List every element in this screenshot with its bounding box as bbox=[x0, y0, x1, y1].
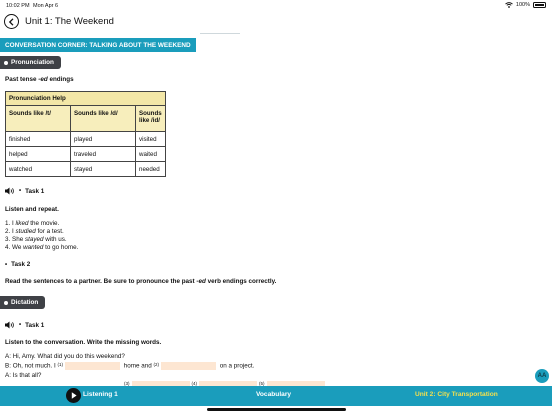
table-cell: stayed bbox=[70, 161, 136, 177]
bullet-icon: • bbox=[5, 261, 8, 268]
battery-percent: 100% bbox=[515, 2, 530, 8]
home-indicator bbox=[207, 408, 346, 411]
page-title: Unit 1: The Weekend bbox=[25, 16, 114, 27]
dialogue-line: B: Oh, not much. I (1) home and (2) on a… bbox=[5, 362, 254, 370]
nav-listening-1[interactable]: Listening 1 bbox=[83, 391, 118, 398]
nav-next-unit[interactable]: Unit 2: City Transportation bbox=[415, 391, 498, 398]
sentence-verb: stayed bbox=[24, 236, 44, 243]
pronunciation-pill: Pronunciation bbox=[0, 56, 61, 69]
sentence-text: for a test. bbox=[35, 228, 64, 235]
answer-blank[interactable] bbox=[65, 362, 120, 370]
list-item: 1. I liked the movie. bbox=[5, 220, 59, 227]
column-header: Sounds like /d/ bbox=[70, 105, 136, 132]
pronunciation-pill-label: Pronunciation bbox=[11, 59, 54, 66]
back-button[interactable] bbox=[4, 14, 19, 29]
chevron-left-icon bbox=[8, 17, 14, 26]
sentence-text: 3. She bbox=[5, 236, 25, 243]
sentence-text: 2. I bbox=[5, 228, 16, 235]
table-title: Pronunciation Help bbox=[5, 91, 166, 106]
list-item: 2. I studied for a test. bbox=[5, 228, 64, 235]
bullet-icon bbox=[4, 300, 8, 305]
task1-label: Task 1 bbox=[25, 187, 45, 195]
status-indicators: 100% bbox=[505, 2, 546, 8]
play-button[interactable] bbox=[66, 388, 81, 403]
sentence-text: 4. We bbox=[5, 244, 24, 251]
pronunciation-subtitle: Past tense -ed endings bbox=[5, 76, 74, 83]
task1-header: • Task 1 bbox=[5, 187, 44, 195]
divider bbox=[200, 33, 240, 34]
task1-instruction: Listen and repeat. bbox=[5, 206, 59, 213]
table-cell: played bbox=[70, 131, 136, 147]
table-row: watched stayed needed bbox=[5, 161, 166, 177]
task2-instruction: Read the sentences to a partner. Be sure… bbox=[5, 278, 276, 285]
bottom-nav: Listening 1 Vocabulary Unit 2: City Tran… bbox=[0, 386, 552, 406]
instruction-em: -ed bbox=[196, 278, 206, 285]
sentence-text: 1. I bbox=[5, 220, 16, 227]
column-header: Sounds like /t/ bbox=[5, 105, 71, 132]
text-size-button[interactable]: AA bbox=[535, 369, 549, 383]
pronunciation-table: Pronunciation Help Sounds like /t/ Sound… bbox=[5, 91, 166, 177]
dictation-pill: Dictation bbox=[0, 296, 46, 309]
speaker-icon[interactable] bbox=[5, 187, 15, 195]
battery-icon bbox=[533, 2, 546, 8]
table-cell: waited bbox=[135, 146, 166, 162]
task2-header: • Task 2 bbox=[5, 261, 30, 268]
instruction-text: verb endings correctly. bbox=[205, 278, 277, 285]
bullet-icon: • bbox=[19, 188, 22, 194]
nav-header: Unit 1: The Weekend bbox=[0, 11, 552, 33]
list-item: 3. She stayed with us. bbox=[5, 236, 67, 243]
lesson-content[interactable]: CONVERSATION CORNER: TALKING ABOUT THE W… bbox=[0, 33, 552, 386]
answer-blank[interactable] bbox=[161, 362, 217, 370]
play-icon bbox=[71, 392, 77, 399]
sentence-text: to go home. bbox=[43, 244, 79, 251]
instruction-text: Read the sentences to a partner. Be sure… bbox=[5, 278, 197, 285]
blank-number: (1) bbox=[57, 362, 64, 367]
table-row: helped traveled waited bbox=[5, 146, 166, 162]
status-bar: 10:02 PM Mon Apr 6 100% bbox=[0, 0, 552, 11]
wifi-icon bbox=[505, 2, 513, 8]
subtitle-em: -ed bbox=[38, 76, 48, 83]
list-item: 4. We wanted to go home. bbox=[5, 244, 78, 251]
dialogue-text: home and bbox=[122, 362, 154, 370]
dictation-pill-label: Dictation bbox=[11, 299, 39, 306]
bullet-icon: • bbox=[19, 322, 22, 328]
sentence-text: with us. bbox=[43, 236, 67, 243]
subtitle-text: Past tense bbox=[5, 76, 39, 83]
sentence-verb: liked bbox=[15, 220, 29, 227]
table-cell: finished bbox=[5, 131, 71, 147]
dictation-task-header: • Task 1 bbox=[5, 321, 44, 329]
table-row: finished played visited bbox=[5, 131, 166, 147]
speaker-icon[interactable] bbox=[5, 321, 15, 329]
dialogue-text: B: Oh, not much. I bbox=[5, 362, 58, 370]
status-date: Mon Apr 6 bbox=[33, 3, 59, 9]
table-cell: watched bbox=[5, 161, 71, 177]
sentence-verb: studied bbox=[15, 228, 36, 235]
dialogue-line: A: Hi, Amy. What did you do this weekend… bbox=[5, 353, 125, 360]
table-cell: traveled bbox=[70, 146, 136, 162]
status-time: 10:02 PM bbox=[6, 3, 30, 9]
subtitle-suffix: endings bbox=[47, 76, 74, 83]
table-cell: needed bbox=[135, 161, 166, 177]
bullet-icon bbox=[4, 60, 8, 65]
dialogue-text: on a project. bbox=[218, 362, 255, 370]
dictation-instruction: Listen to the conversation. Write the mi… bbox=[5, 339, 162, 346]
column-header: Sounds like /id/ bbox=[135, 105, 166, 132]
sentence-verb: wanted bbox=[23, 244, 44, 251]
table-cell: visited bbox=[135, 131, 166, 147]
table-cell: helped bbox=[5, 146, 71, 162]
task2-label: Task 2 bbox=[11, 261, 31, 268]
blank-number: (2) bbox=[153, 362, 160, 367]
sentence-text: the movie. bbox=[28, 220, 60, 227]
section-banner: CONVERSATION CORNER: TALKING ABOUT THE W… bbox=[0, 38, 196, 52]
dictation-task-label: Task 1 bbox=[25, 321, 45, 329]
nav-vocabulary[interactable]: Vocabulary bbox=[256, 391, 291, 398]
dialogue-line: A: Is that all? bbox=[5, 372, 42, 379]
